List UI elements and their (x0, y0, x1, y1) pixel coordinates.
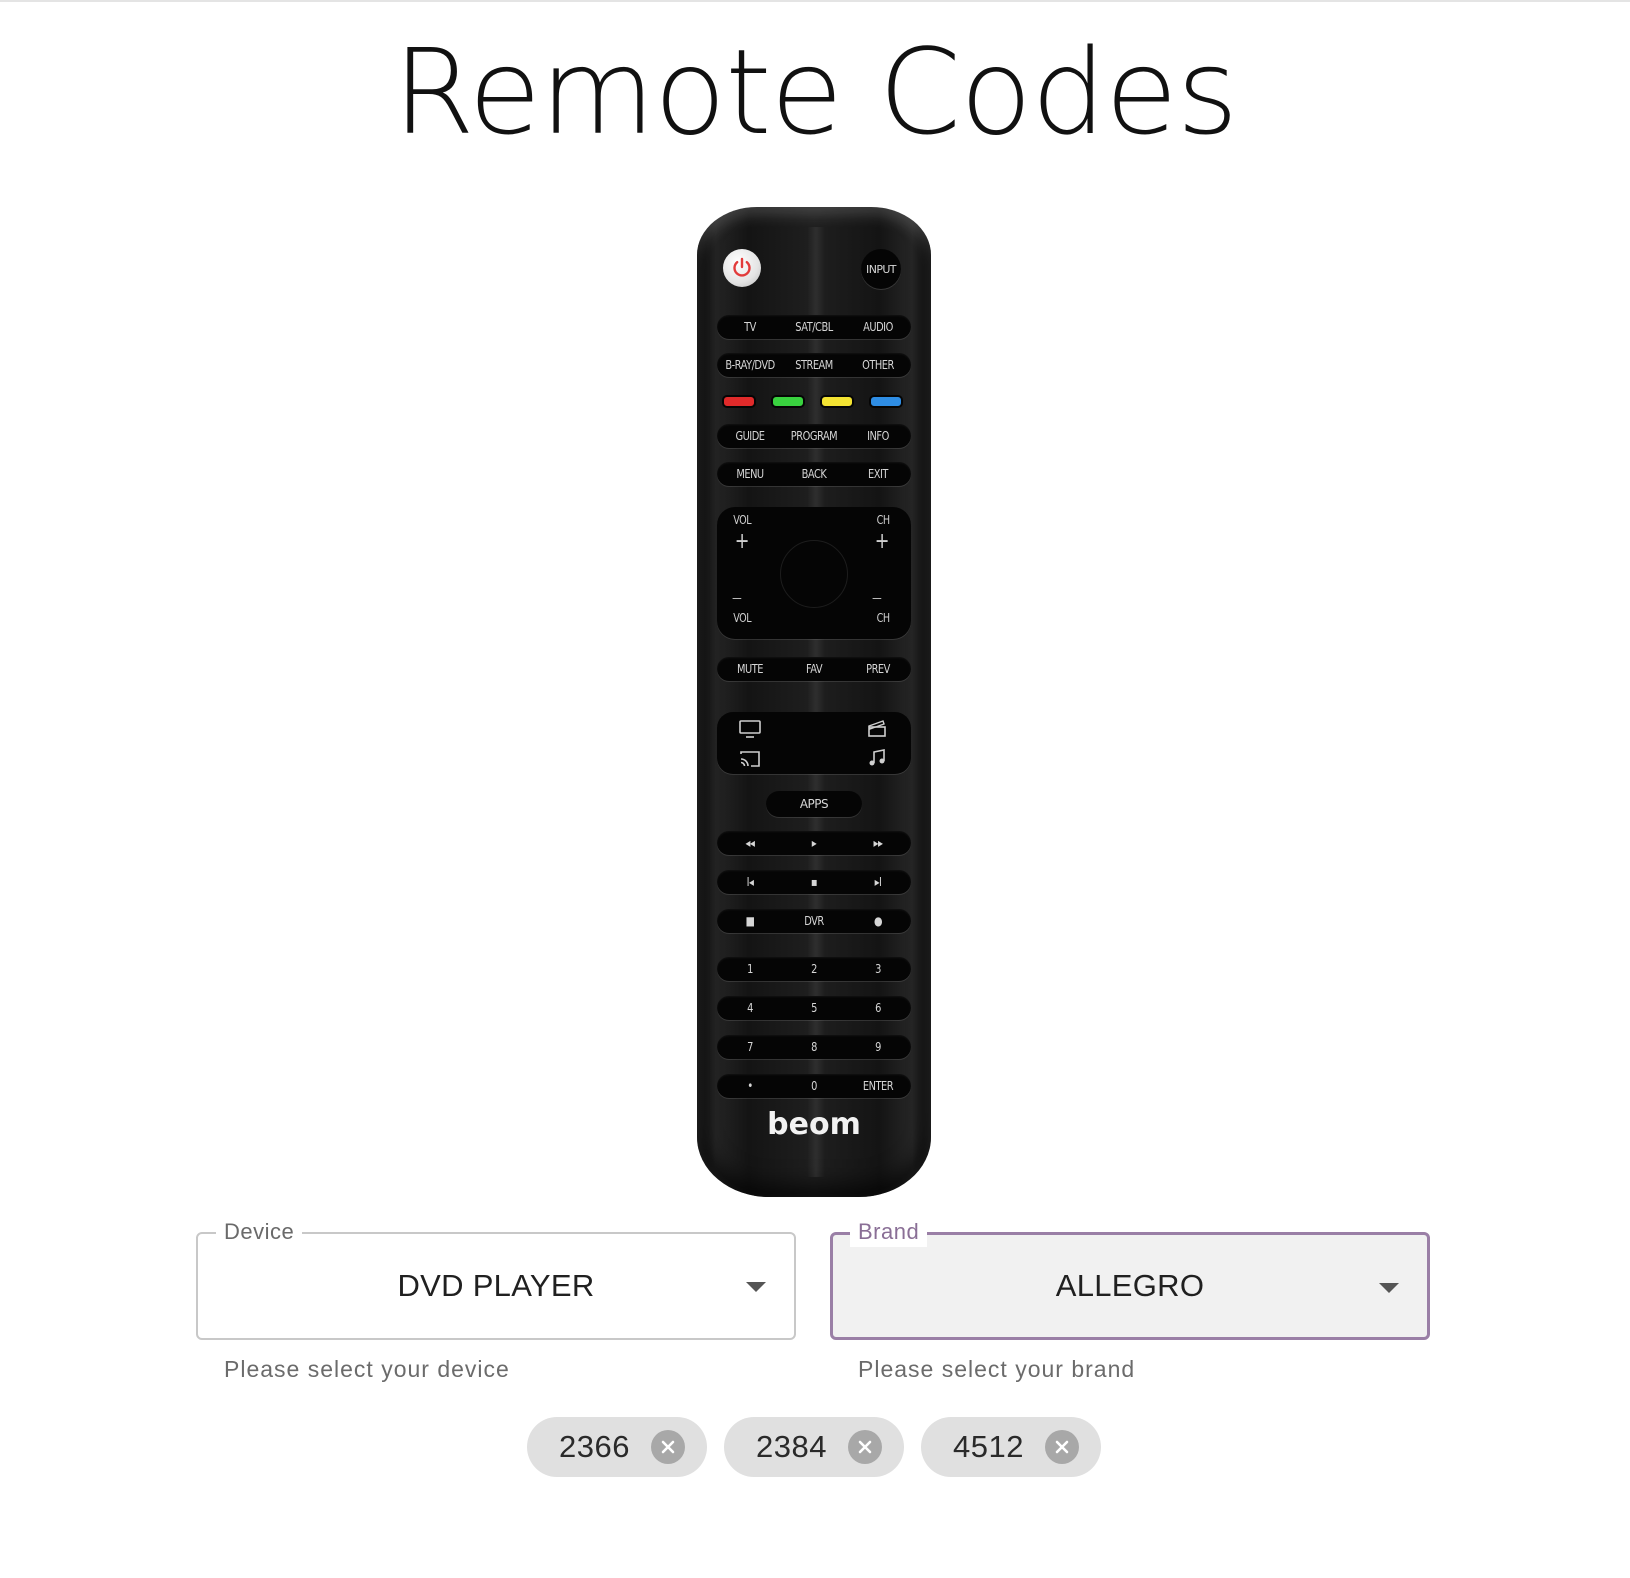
beom-logo: beom (767, 1107, 861, 1142)
remote-row-mute: MUTE FAV PREV (717, 657, 911, 681)
keypad-row: 7 8 9 (717, 1035, 911, 1059)
chevron-down-icon[interactable] (1379, 1283, 1399, 1293)
media-pad (717, 712, 911, 774)
keypad-key: 2 (811, 962, 817, 976)
remote-row-menu: MENU BACK EXIT (717, 462, 911, 486)
code-chip[interactable]: 4512 (921, 1417, 1101, 1477)
rewind-icon: ◂◂ (745, 836, 755, 850)
vol-up-label: VOL (733, 513, 752, 527)
remote-label: TV (744, 320, 756, 334)
remote-label: OTHER (862, 358, 894, 372)
minus-icon: — (872, 591, 882, 605)
remote-row-guide: GUIDE PROGRAM INFO (717, 424, 911, 448)
fast-forward-icon: ▸▸ (873, 836, 883, 850)
keypad-row: 4 5 6 (717, 996, 911, 1020)
chevron-down-icon[interactable] (746, 1282, 766, 1292)
close-icon[interactable] (1045, 1430, 1079, 1464)
tv-icon (739, 720, 761, 738)
ch-down-label: CH (876, 611, 890, 625)
keypad-key: • (747, 1079, 753, 1093)
remote-row-transport-2: I◂ ▪ ▸I (717, 870, 911, 894)
keypad-key: 1 (747, 962, 753, 976)
code-chip[interactable]: 2366 (527, 1417, 707, 1477)
remote-label: BACK (801, 467, 827, 481)
remote-label: INFO (867, 429, 889, 443)
keypad-key: 3 (875, 962, 881, 976)
keypad-key: 8 (811, 1040, 817, 1054)
keypad-key: 5 (811, 1001, 817, 1015)
device-helper-text: Please select your device (224, 1356, 510, 1382)
top-divider (0, 0, 1630, 2)
dpad-ring (780, 540, 848, 608)
remote-label: AUDIO (863, 320, 893, 334)
remote-row-dvr: ■ DVR ● (717, 909, 911, 933)
skip-forward-icon: ▸I (874, 875, 882, 889)
brand-helper-text: Please select your brand (858, 1356, 1136, 1382)
code-chip[interactable]: 2384 (724, 1417, 904, 1477)
code-chip-label: 2384 (756, 1429, 827, 1464)
remote-label: STREAM (795, 358, 833, 372)
pause-icon: ▪ (810, 875, 818, 889)
green-button (771, 395, 805, 408)
remote-label: B-RAY/DVD (725, 358, 775, 372)
device-select[interactable]: Device DVD PLAYER (196, 1217, 796, 1340)
keypad-key: 7 (747, 1040, 753, 1054)
keypad-row: 1 2 3 (717, 957, 911, 981)
play-icon: ▸ (811, 836, 817, 850)
stop-icon: ■ (745, 914, 755, 928)
music-icon (869, 749, 885, 766)
vol-down-label: VOL (733, 611, 752, 625)
skip-back-icon: I◂ (746, 875, 754, 889)
minus-icon: — (732, 591, 742, 605)
cast-icon (740, 751, 760, 767)
ch-up-label: CH (876, 513, 890, 527)
blue-button (869, 395, 903, 408)
brand-select-value: ALLEGRO (1055, 1268, 1205, 1303)
keypad-key: 9 (875, 1040, 881, 1054)
code-chip-label: 4512 (953, 1429, 1024, 1464)
remote-label: PROGRAM (790, 429, 838, 443)
remote-control-image: INPUT TV SAT/CBL AUDIO B-RAY/DVD STREAM … (697, 207, 931, 1197)
remote-row-transport-1: ◂◂ ▸ ▸▸ (717, 831, 911, 855)
clapper-icon (868, 720, 886, 737)
code-chip-label: 2366 (559, 1429, 630, 1464)
close-icon[interactable] (848, 1430, 882, 1464)
yellow-button (820, 395, 854, 408)
volume-channel-pad: VOL + CH + — VOL — CH (717, 507, 911, 639)
plus-icon: + (734, 529, 750, 554)
remote-label: MENU (736, 467, 764, 481)
keypad-key: 4 (747, 1001, 753, 1015)
device-select-value: DVD PLAYER (397, 1268, 595, 1303)
keypad-key: ENTER (862, 1079, 894, 1093)
remote-row-sources-1: TV SAT/CBL AUDIO (717, 315, 911, 339)
remote-label: GUIDE (735, 429, 765, 443)
brand-select[interactable]: Brand ALLEGRO (830, 1217, 1430, 1340)
apps-button: APPS (766, 791, 862, 817)
remote-label: MUTE (737, 662, 763, 676)
record-icon: ● (873, 914, 883, 928)
remote-label: EXIT (868, 467, 888, 481)
keypad-key: 0 (811, 1079, 817, 1093)
close-icon[interactable] (651, 1430, 685, 1464)
plus-icon: + (874, 529, 890, 554)
red-button (722, 395, 756, 408)
power-icon (723, 249, 761, 287)
keypad-row: • 0 ENTER (717, 1074, 911, 1098)
keypad-key: 6 (875, 1001, 881, 1015)
remote-label: DVR (804, 914, 824, 928)
remote-label: SAT/CBL (795, 320, 833, 334)
remote-label: PREV (866, 662, 890, 676)
input-button: INPUT (861, 249, 901, 289)
code-chips: 2366 2384 4512 (527, 1417, 1101, 1477)
remote-label: FAV (805, 662, 823, 676)
page-title: Remote Codes (392, 23, 1238, 161)
remote-row-sources-2: B-RAY/DVD STREAM OTHER (717, 353, 911, 377)
